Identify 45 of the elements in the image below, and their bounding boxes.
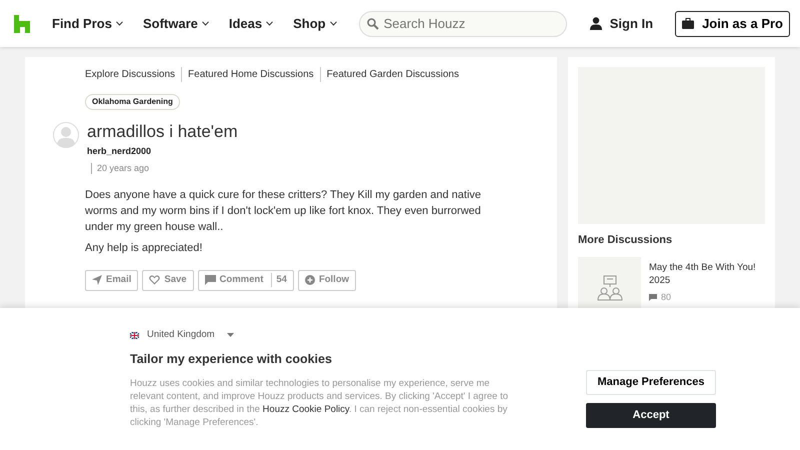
email-button[interactable]: Email [85,270,138,290]
nav-menu[interactable]: Ideas [222,14,280,34]
author-link[interactable]: herb_nerd2000 [87,146,238,157]
sign-in-link[interactable]: Sign In [584,14,660,34]
cookie-text: Houzz uses cookies and similar technologies to personalise my experience, serve me relevant content, and improve Houzz products and services. By clicking 'Accept' I agree to this, as further described in the Houzz Cookie Policy. I can reject non-essential cookies by clicking 'Manage Preferences'. [130,377,510,429]
flag-icon [130,332,139,339]
post-text: Does anyone have a quick cure for these critters? They Kill my garden and native worms and my worm bins if I don't lock'em up like fort knox. They even burrorwed under my green house wall.. [85,188,482,234]
comment-button[interactable]: Comment 54 [198,270,294,290]
nav-menu[interactable]: Software [136,14,215,34]
category-tag[interactable]: Oklahoma Gardening [85,94,180,110]
post-title: armadillos i hate'em [87,122,238,142]
comment-count: 80 [661,290,672,304]
chevron-icon [116,21,123,26]
follow-button[interactable]: Follow [298,270,356,290]
nav-menu[interactable]: Shop [287,14,343,34]
briefcase-icon [682,18,694,29]
comment-icon [649,294,657,301]
discussion-link[interactable]: May the 4th Be With You! 2025 [649,260,765,286]
caret-icon [226,333,234,338]
post-time: 20 years ago [91,163,150,174]
region-selector[interactable]: United Kingdom [130,328,234,342]
cookie-policy-link[interactable]: Houzz Cookie Policy [262,404,349,415]
plus-icon [304,275,315,285]
breadcrumb-link[interactable]: Featured Garden Discussions [320,67,465,82]
save-button[interactable]: Save [142,270,194,290]
breadcrumb-link[interactable]: Explore Discussions [85,67,182,82]
banner-title: Tailor my experience with cookies [130,351,333,368]
avatar-icon [53,122,79,148]
chevron-icon [266,21,274,26]
person-icon [590,17,602,30]
nav-menu[interactable]: Find Pros [46,14,129,34]
accept-button[interactable]: Accept [586,403,716,428]
manage-preferences-button[interactable]: Manage Preferences [586,370,716,395]
join-button[interactable]: Join as a Pro [675,10,790,36]
discussion-icon [596,275,622,301]
section-heading: More Discussions [578,233,674,248]
comment-icon [204,275,216,285]
post-text: Any help is appreciated! [85,240,204,256]
breadcrumb-link[interactable]: Featured Home Discussions [181,67,320,82]
heart-icon [149,275,160,285]
search-field[interactable]: Search Houzz [358,10,567,36]
logo-icon[interactable] [14,14,30,32]
chevron-icon [330,21,337,26]
send-icon [92,275,102,285]
chevron-icon [202,21,209,26]
